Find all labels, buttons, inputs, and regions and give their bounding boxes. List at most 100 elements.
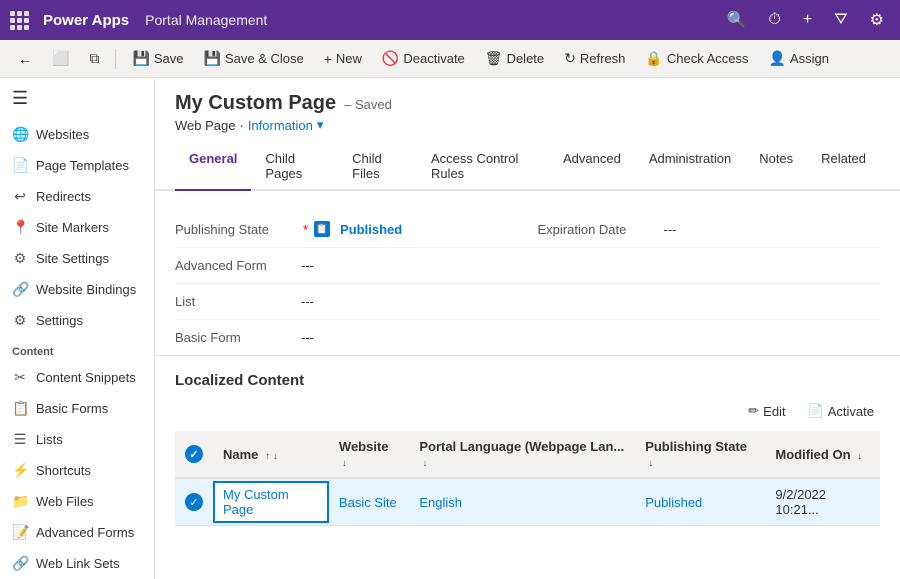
basic-form-value: --- (301, 330, 314, 345)
toolbar: ← ⬜ ⧉ 💾 Save 💾 Save & Close + New 🚫 Deac… (0, 40, 900, 78)
th-name[interactable]: Name ↑ ↓ (213, 431, 329, 478)
clone-button[interactable]: ⧉ (81, 46, 107, 71)
row-check[interactable]: ✓ (175, 478, 213, 526)
sidebar-item-label: Page Templates (36, 158, 129, 173)
sidebar-item-settings[interactable]: ⚙Settings (0, 305, 154, 336)
language-link[interactable]: English (419, 495, 462, 510)
activate-icon: 📄 (808, 403, 824, 419)
th-language[interactable]: Portal Language (Webpage Lan... ↓ (409, 431, 635, 478)
sidebar-item-redirects[interactable]: ↩Redirects (0, 181, 154, 212)
save-button[interactable]: 💾 Save (124, 46, 191, 71)
refresh-button[interactable]: ↻ Refresh (556, 46, 633, 71)
sidebar-content-label: Shortcuts (36, 463, 91, 478)
header-checkbox[interactable]: ✓ (185, 445, 203, 463)
th-publishing-state[interactable]: Publishing State ↓ (635, 431, 765, 478)
subtitle-section: Information (248, 118, 313, 133)
new-icon[interactable]: + (797, 11, 818, 29)
publishing-state-value: Published (340, 222, 402, 237)
save-close-icon: 💾 (204, 50, 221, 67)
delete-button[interactable]: 🗑 Delete (477, 46, 552, 71)
check-access-icon: 🔒 (645, 50, 662, 67)
grid-icon[interactable] (10, 11, 29, 30)
sidebar-item-websitebindings[interactable]: 🔗 Website Bindings (0, 274, 154, 305)
sidebar-item-sitesettings[interactable]: ⚙Site Settings (0, 243, 154, 274)
localized-title: Localized Content (175, 372, 880, 389)
preview-icon: ⬜ (52, 50, 69, 67)
check-access-button[interactable]: 🔒 Check Access (637, 46, 756, 71)
row-modified: 9/2/2022 10:21... (765, 478, 880, 526)
publishing-state-link[interactable]: Published (645, 495, 702, 510)
main-layout: ☰ 🌐Websites📄Page Templates↩Redirects📍Sit… (0, 78, 900, 579)
list-label: List (175, 294, 295, 309)
sidebar-content-item-advancedforms[interactable]: 📝Advanced Forms (0, 517, 154, 548)
table-row[interactable]: ✓ My Custom Page Basic Site English Publ… (175, 478, 880, 526)
sidebar-content-item-contentsnippets[interactable]: ✂Content Snippets (0, 362, 154, 393)
sidebar-content-item-shortcuts[interactable]: ⚡ Shortcuts (0, 455, 154, 486)
tab-related[interactable]: Related (807, 143, 880, 191)
preview-button[interactable]: ⬜ (44, 46, 77, 71)
hamburger-button[interactable]: ☰ (0, 78, 154, 119)
sidebar-item-label: Websites (36, 127, 89, 142)
tab-childpages[interactable]: Child Pages (251, 143, 338, 191)
tab-general[interactable]: General (175, 143, 251, 191)
localized-section: Localized Content ✏ Edit 📄 Activate ✓ (155, 356, 900, 542)
table-actions: ✏ Edit 📄 Activate (175, 399, 880, 423)
refresh-icon: ↻ (564, 50, 576, 67)
tab-notes[interactable]: Notes (745, 143, 807, 191)
sidebar-item-sitemarkers[interactable]: 📍Site Markers (0, 212, 154, 243)
sidebar-content-label: Advanced Forms (36, 525, 134, 540)
advanced-form-value: --- (301, 258, 314, 273)
th-website[interactable]: Website ↓ (329, 431, 409, 478)
save-close-button[interactable]: 💾 Save & Close (196, 46, 312, 71)
sidebar-content-item-basicforms[interactable]: 📋Basic Forms (0, 393, 154, 424)
name-link[interactable]: My Custom Page (223, 487, 289, 517)
tab-advanced[interactable]: Advanced (549, 143, 635, 191)
sidebar-item-icon: ↩ (12, 188, 28, 205)
row-checkbox[interactable]: ✓ (185, 493, 203, 511)
back-button[interactable]: ← (10, 47, 40, 71)
subtitle-type: Web Page (175, 118, 235, 133)
new-button[interactable]: + New (316, 47, 370, 71)
sidebar-content-item-lists[interactable]: ☰Lists (0, 424, 154, 455)
subtitle-dropdown-arrow[interactable]: ▾ (317, 117, 324, 133)
edit-button[interactable]: ✏ Edit (742, 399, 791, 423)
recent-icon[interactable]: ⏱ (762, 11, 786, 29)
sidebar-item-label: Website Bindings (36, 282, 136, 297)
page-title: My Custom Page (175, 92, 336, 115)
basic-form-label: Basic Form (175, 330, 295, 345)
row-name[interactable]: My Custom Page (213, 478, 329, 526)
tab-accesscontrolrules[interactable]: Access Control Rules (417, 143, 549, 191)
sidebar-item-label: Site Markers (36, 220, 109, 235)
sidebar-content-icon: ⚡ (12, 462, 28, 479)
sidebar-content-icon: 🔗 (12, 555, 28, 572)
sidebar-content-item-webfiles[interactable]: 📁Web Files (0, 486, 154, 517)
tab-childfiles[interactable]: Child Files (338, 143, 417, 191)
sidebar-item-websites[interactable]: 🌐Websites (0, 119, 154, 150)
saved-status: – Saved (344, 97, 392, 112)
row-language: English (409, 478, 635, 526)
activate-button[interactable]: 📄 Activate (802, 399, 880, 423)
check-access-label: Check Access (667, 51, 749, 66)
settings-icon[interactable]: ⚙ (864, 10, 890, 30)
sidebar-content-icon: 📋 (12, 400, 28, 417)
sidebar-item-label: Site Settings (36, 251, 109, 266)
filter-icon[interactable]: ⛛ (828, 11, 853, 29)
tab-administration[interactable]: Administration (635, 143, 745, 191)
form-row-advanced-form: Advanced Form --- (175, 248, 880, 284)
publishing-state-label: Publishing State (175, 222, 295, 237)
sidebar-item-label: Settings (36, 313, 83, 328)
assign-button[interactable]: 👤 Assign (761, 46, 837, 71)
search-icon[interactable]: 🔍 (720, 10, 752, 30)
expiration-date-label: Expiration Date (538, 222, 658, 237)
sidebar-content-item-weblinksets[interactable]: 🔗Web Link Sets (0, 548, 154, 579)
website-link[interactable]: Basic Site (339, 495, 397, 510)
deactivate-button[interactable]: 🚫 Deactivate (374, 46, 473, 71)
divider-1 (115, 49, 116, 69)
new-label: New (336, 51, 362, 66)
edit-icon: ✏ (748, 403, 759, 419)
sidebar-item-pagetemplates[interactable]: 📄Page Templates (0, 150, 154, 181)
row-publishing-state: Published (635, 478, 765, 526)
sidebar-item-icon: 🔗 (12, 281, 28, 298)
th-check: ✓ (175, 431, 213, 478)
th-modified[interactable]: Modified On ↓ (765, 431, 880, 478)
